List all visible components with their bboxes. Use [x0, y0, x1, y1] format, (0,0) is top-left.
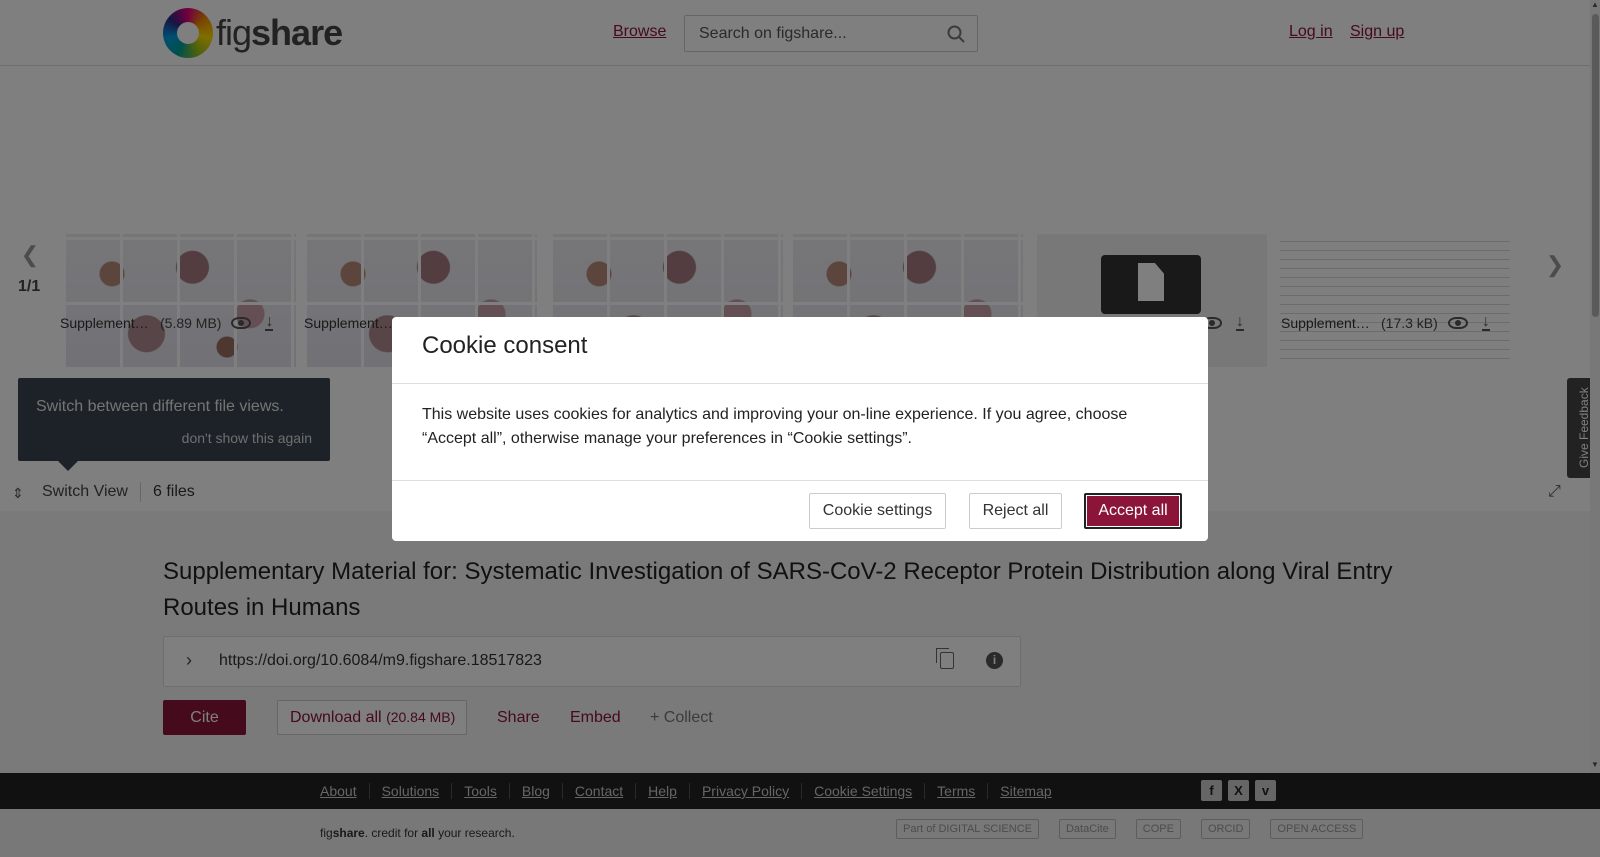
divider	[392, 480, 1208, 481]
reject-all-button[interactable]: Reject all	[969, 493, 1062, 529]
divider	[392, 383, 1208, 384]
dialog-title: Cookie consent	[422, 332, 588, 359]
cookie-settings-button[interactable]: Cookie settings	[809, 493, 946, 529]
accept-all-button[interactable]: Accept all	[1084, 493, 1182, 529]
cookie-consent-dialog: Cookie consent This website uses cookies…	[392, 317, 1208, 541]
dialog-body: This website uses cookies for analytics …	[422, 406, 1128, 447]
